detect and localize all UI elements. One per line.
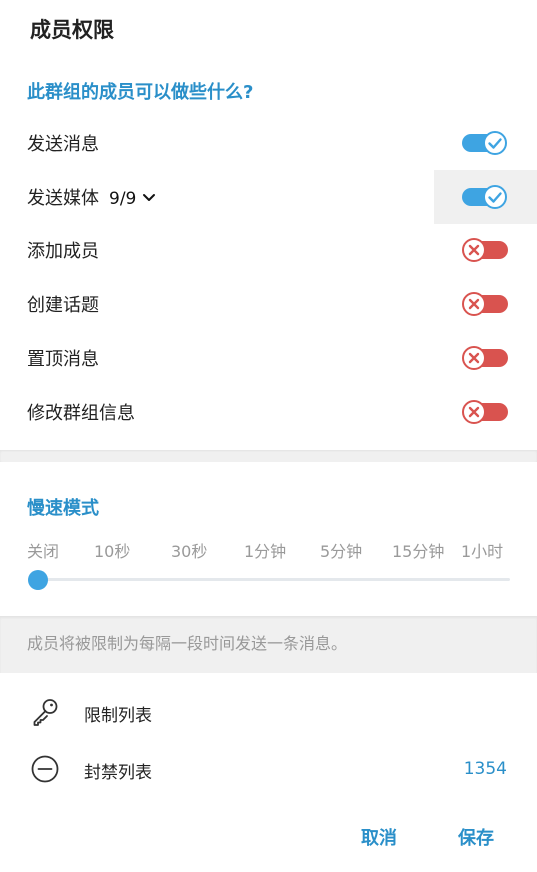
slow-mode-hint: 成员将被限制为每隔一段时间发送一条消息。	[27, 634, 348, 653]
permission-row-send-media[interactable]: 发送媒体 9/9	[0, 170, 537, 224]
banned-list-item[interactable]: 封禁列表 1354	[0, 741, 537, 797]
slow-mode-option[interactable]: 关闭	[27, 538, 59, 562]
permission-row-add-members[interactable]: 添加成员	[0, 223, 537, 277]
media-count: 9/9	[109, 189, 137, 209]
permissions-header: 此群组的成员可以做些什么?	[27, 82, 254, 103]
permission-row-send-messages[interactable]: 发送消息	[0, 116, 537, 170]
toggle-on-icon[interactable]	[462, 185, 508, 209]
toggle-off-icon[interactable]	[462, 400, 508, 424]
slow-mode-hint-box: 成员将被限制为每隔一段时间发送一条消息。	[0, 616, 537, 673]
list-item-label: 封禁列表	[84, 763, 152, 783]
toggle-off-icon[interactable]	[462, 292, 508, 316]
slow-mode-option[interactable]: 1小时	[461, 538, 503, 562]
permission-label: 添加成员	[27, 241, 99, 262]
toggle-off-icon[interactable]	[462, 346, 508, 370]
section-divider	[0, 450, 537, 462]
permission-label: 发送媒体 9/9	[27, 184, 156, 210]
page-title: 成员权限	[30, 18, 114, 42]
slow-mode-option[interactable]: 10秒	[94, 538, 130, 562]
slow-mode-option[interactable]: 30秒	[171, 538, 207, 562]
permission-row-pin-messages[interactable]: 置顶消息	[0, 331, 537, 385]
permission-label: 创建话题	[27, 295, 99, 316]
key-icon	[33, 699, 58, 726]
permission-row-create-topics[interactable]: 创建话题	[0, 277, 537, 331]
chevron-down-icon[interactable]	[142, 193, 156, 202]
save-button[interactable]: 保存	[458, 824, 494, 850]
permission-row-change-info[interactable]: 修改群组信息	[0, 385, 537, 439]
slow-mode-slider-track[interactable]	[38, 578, 510, 581]
slow-mode-header: 慢速模式	[27, 498, 99, 519]
permission-label: 发送消息	[27, 134, 99, 155]
slow-mode-option[interactable]: 5分钟	[320, 538, 362, 562]
slow-mode-slider-thumb[interactable]	[28, 570, 48, 590]
slow-mode-option[interactable]: 1分钟	[244, 538, 286, 562]
toggle-on-icon[interactable]	[462, 131, 508, 155]
list-item-label: 限制列表	[84, 706, 152, 726]
permission-label: 修改群组信息	[27, 403, 135, 424]
permission-label: 置顶消息	[27, 349, 99, 370]
minus-circle-icon	[31, 755, 59, 783]
restricted-list-item[interactable]: 限制列表	[0, 684, 537, 740]
banned-count: 1354	[463, 759, 507, 779]
toggle-off-icon[interactable]	[462, 238, 508, 262]
cancel-button[interactable]: 取消	[361, 824, 397, 850]
slow-mode-option[interactable]: 15分钟	[392, 538, 444, 562]
